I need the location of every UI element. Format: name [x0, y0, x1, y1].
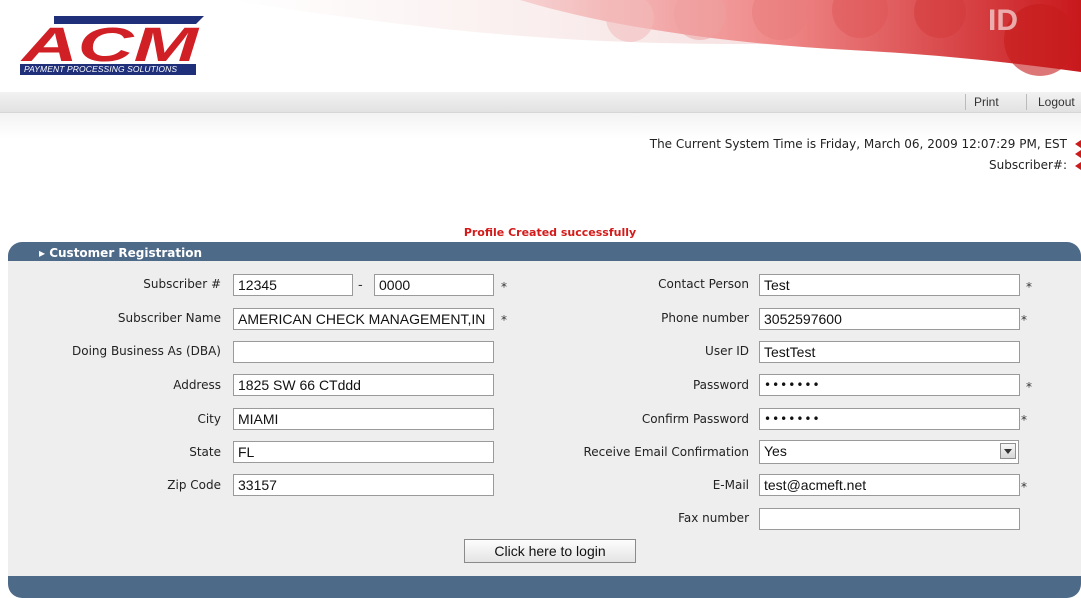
required-marker: *: [501, 313, 507, 327]
state-label: State: [189, 445, 221, 459]
required-marker: *: [501, 280, 507, 294]
address-input[interactable]: 1825 SW 66 CTddd: [233, 374, 494, 396]
subscriber-number-input[interactable]: 12345: [233, 274, 353, 296]
panel-header: ▸ Customer Registration: [8, 242, 1081, 261]
confirm-password-label: Confirm Password: [641, 412, 749, 426]
svg-text:ACM: ACM: [20, 19, 199, 66]
dba-label: Doing Business As (DBA): [71, 344, 221, 358]
svg-text:ID: ID: [988, 4, 1018, 37]
user-id-label: User ID: [705, 344, 749, 358]
fax-number-label: Fax number: [678, 511, 749, 525]
header-shadow: [0, 113, 1081, 139]
subscriber-name-label: Subscriber Name: [117, 311, 221, 325]
zip-code-input[interactable]: 33157: [233, 474, 494, 496]
red-arrow-icon: [1075, 140, 1081, 148]
nav-separator: [965, 94, 966, 110]
logo-tagline: PAYMENT PROCESSING SOLUTIONS: [20, 64, 196, 75]
subscriber-number-label: Subscriber#:: [989, 158, 1067, 172]
required-marker: *: [1021, 480, 1027, 494]
subscriber-suffix-input[interactable]: 0000: [374, 274, 494, 296]
system-time-text: The Current System Time is Friday, March…: [649, 137, 1067, 151]
required-marker: *: [1021, 313, 1027, 327]
status-message: Profile Created successfully: [463, 226, 637, 239]
dba-input[interactable]: [233, 341, 494, 363]
password-label: Password: [692, 378, 749, 392]
address-label: Address: [173, 378, 221, 392]
red-arrow-icon: [1075, 150, 1081, 158]
phone-number-label: Phone number: [661, 311, 749, 325]
chevron-down-icon[interactable]: [1000, 443, 1016, 459]
city-label: City: [197, 412, 221, 426]
subscriber-number-label: Subscriber #: [143, 277, 221, 291]
page-header: ID ACM PAYMENT PROCESSING SOLUTIONS: [0, 0, 1081, 92]
email-confirmation-value: Yes: [764, 443, 787, 459]
required-marker: *: [1026, 280, 1032, 294]
top-nav-bar: Print Logout: [0, 92, 1081, 113]
password-input[interactable]: •••••••: [759, 374, 1020, 396]
user-id-input[interactable]: TestTest: [759, 341, 1020, 363]
logout-link[interactable]: Logout: [1038, 92, 1075, 112]
email-label: E-Mail: [712, 478, 749, 492]
subscriber-dash: -: [358, 278, 363, 293]
city-input[interactable]: MIAMI: [233, 408, 494, 430]
contact-person-label: Contact Person: [658, 277, 749, 291]
email-confirmation-select[interactable]: Yes: [759, 440, 1019, 464]
nav-separator: [1026, 94, 1027, 110]
email-input[interactable]: test@acmeft.net: [759, 474, 1020, 496]
state-input[interactable]: FL: [233, 441, 494, 463]
panel-footer: [8, 576, 1081, 598]
fax-number-input[interactable]: [759, 508, 1020, 530]
acm-logo-mark: ACM: [20, 16, 204, 72]
zip-code-label: Zip Code: [167, 478, 221, 492]
login-button[interactable]: Click here to login: [464, 539, 636, 563]
contact-person-input[interactable]: Test: [759, 274, 1020, 296]
phone-number-input[interactable]: 3052597600: [759, 308, 1020, 330]
print-link[interactable]: Print: [974, 92, 999, 112]
email-confirmation-label: Receive Email Confirmation: [583, 445, 749, 459]
red-arrow-icon: [1075, 162, 1081, 170]
confirm-password-input[interactable]: •••••••: [759, 408, 1020, 430]
required-marker: *: [1026, 380, 1032, 394]
subscriber-name-input[interactable]: AMERICAN CHECK MANAGEMENT,IN: [233, 308, 494, 330]
required-marker: *: [1021, 413, 1027, 427]
